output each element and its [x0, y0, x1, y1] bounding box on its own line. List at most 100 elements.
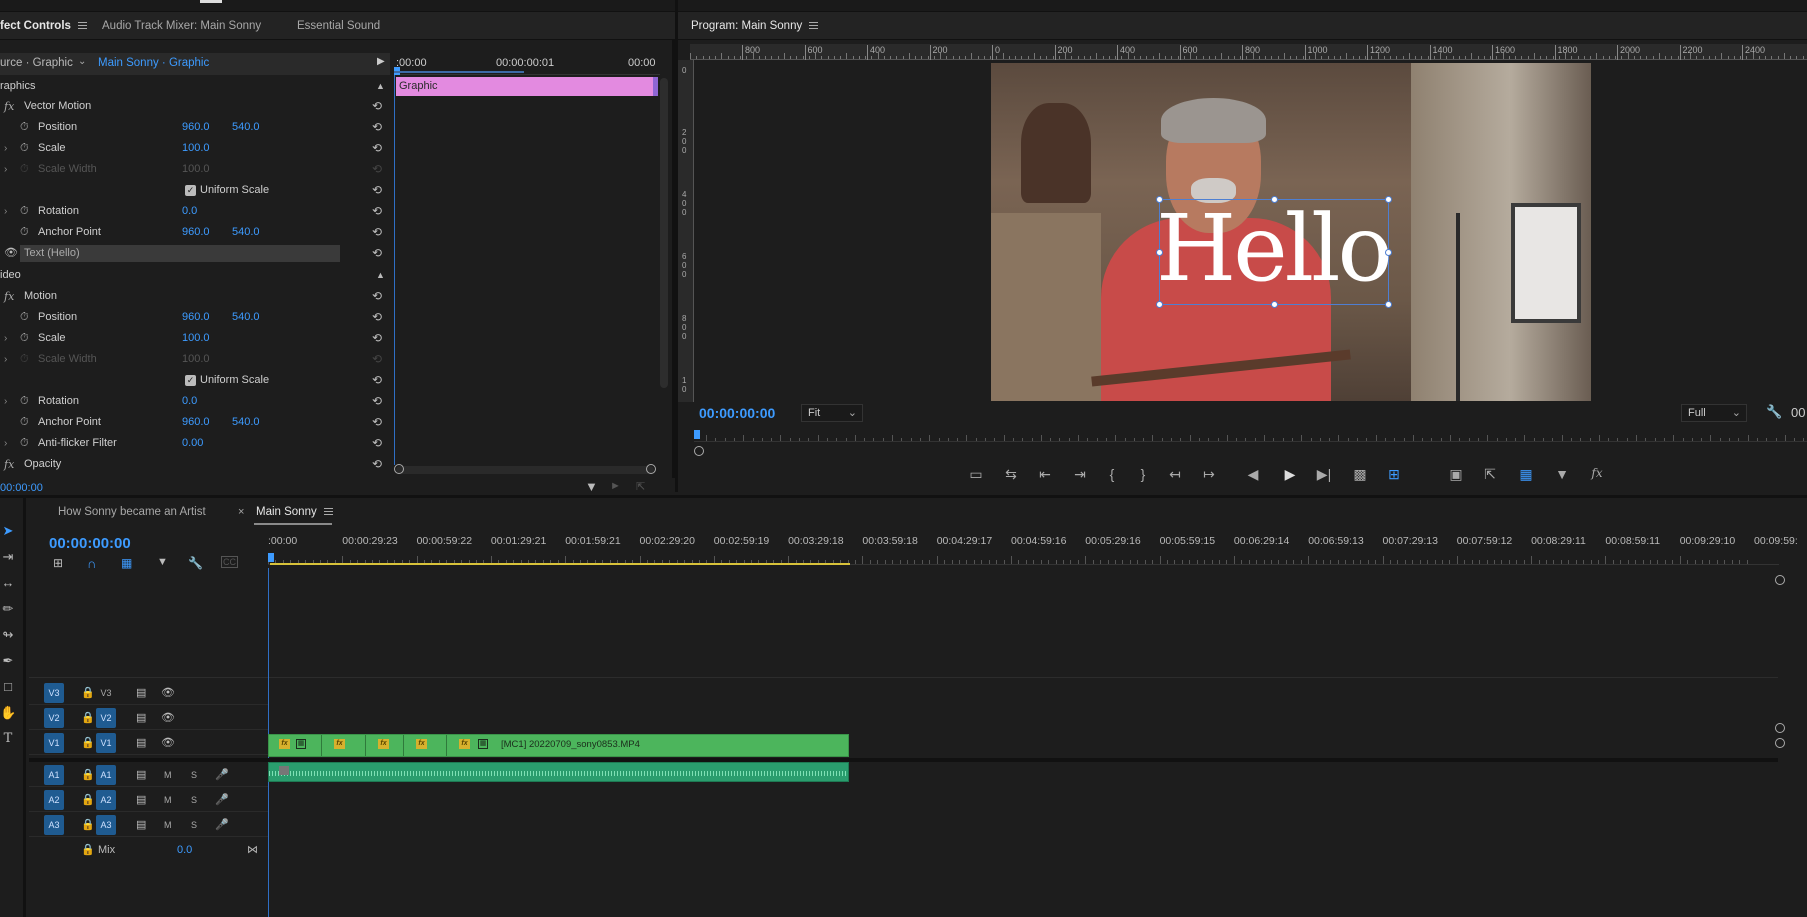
property-row[interactable]: ⏱ Anchor Point 960.0 540.0 ⟲: [0, 222, 395, 243]
type-tool-icon[interactable]: T: [0, 731, 16, 746]
reset-icon[interactable]: ⟲: [372, 370, 382, 391]
reset-icon[interactable]: ⟲: [372, 96, 382, 117]
checkbox[interactable]: ✓: [185, 185, 196, 196]
reset-icon[interactable]: ⟲: [372, 454, 382, 475]
zoom-handle[interactable]: [694, 446, 704, 456]
timeline-settings-wrench-icon[interactable]: 🔧: [188, 556, 203, 570]
insert-nested-icon[interactable]: ⊞: [53, 556, 63, 570]
stopwatch-icon[interactable]: ⏱: [20, 328, 29, 349]
edit-point[interactable]: [403, 735, 404, 756]
play-icon[interactable]: ▶: [1280, 466, 1300, 483]
edit-point[interactable]: [321, 735, 322, 756]
source-patch-toggle[interactable]: V3: [44, 683, 64, 703]
reset-icon[interactable]: ⟲: [372, 328, 382, 349]
timeline-timecode[interactable]: 00:00:00:00: [49, 535, 131, 552]
property-row[interactable]: 👁 Text (Hello) ⟲: [0, 243, 395, 264]
property-row[interactable]: ⏱ Position 960.0 540.0 ⟲: [0, 307, 395, 328]
property-row[interactable]: › ⏱ Rotation 0.0 ⟲: [0, 201, 395, 222]
tab-how-sonny[interactable]: How Sonny became an Artist: [58, 498, 206, 526]
property-row[interactable]: ✓ Uniform Scale ⟲: [0, 180, 395, 201]
stopwatch-icon[interactable]: ⏱: [20, 222, 29, 243]
mark-out-icon[interactable]: ⇥: [1070, 466, 1090, 483]
lock-icon[interactable]: 🔒: [81, 815, 95, 835]
eye-icon[interactable]: 👁: [161, 683, 175, 703]
collapse-arrow-icon[interactable]: ▲: [376, 265, 385, 286]
checkbox[interactable]: ✓: [185, 375, 196, 386]
menu-icon[interactable]: [323, 508, 333, 516]
wrench-icon[interactable]: 🔧: [1766, 404, 1782, 420]
stopwatch-icon[interactable]: ⏱: [20, 433, 29, 454]
source-patch-toggle[interactable]: A1: [44, 765, 64, 785]
sync-lock-icon[interactable]: ▤: [136, 733, 146, 753]
property-row[interactable]: ⏱ Anchor Point 960.0 540.0 ⟲: [0, 412, 395, 433]
marker-icon[interactable]: ▼: [1552, 466, 1572, 482]
audio-track-header[interactable]: A1 🔒 A1 ▤ M S 🎤: [29, 763, 268, 787]
sync-lock-icon[interactable]: ▤: [136, 683, 146, 703]
mark-out-bracket-icon[interactable]: }: [1133, 466, 1153, 482]
track-target-toggle[interactable]: V3: [96, 683, 116, 703]
video-frame[interactable]: Hello: [991, 63, 1591, 401]
lock-icon[interactable]: 🔒: [81, 790, 95, 810]
twirl-arrow-icon[interactable]: ›: [4, 328, 7, 349]
collapse-arrow-icon[interactable]: ▲: [376, 76, 385, 97]
pen-tool-icon[interactable]: ✒: [0, 653, 16, 669]
effect-footer-timecode[interactable]: 00:00:00: [0, 482, 43, 494]
mute-button[interactable]: M: [164, 790, 172, 810]
graphic-clip-bar[interactable]: Graphic: [396, 77, 658, 96]
eye-icon[interactable]: 👁: [161, 708, 175, 728]
sync-lock-icon[interactable]: ▤: [136, 708, 146, 728]
horizontal-scrollbar[interactable]: [394, 464, 656, 474]
button-editor-icon[interactable]: ▦: [1516, 466, 1536, 483]
twirl-arrow-icon[interactable]: ›: [4, 391, 7, 412]
edit-point[interactable]: [446, 735, 447, 756]
timeline-vertical-scrollbar[interactable]: [1775, 568, 1785, 913]
property-value[interactable]: 540.0: [232, 307, 260, 328]
video-track-header[interactable]: V1 🔒 V1 ▤ 👁: [29, 731, 268, 755]
reset-icon[interactable]: ⟲: [372, 117, 382, 138]
property-value[interactable]: 960.0: [182, 117, 210, 138]
transform-handle[interactable]: [1385, 301, 1392, 308]
property-value[interactable]: 540.0: [232, 222, 260, 243]
tab-program-monitor[interactable]: Program: Main Sonny: [691, 12, 819, 40]
fx-icon[interactable]: fx: [4, 454, 14, 475]
linked-selection-icon[interactable]: ▦: [121, 556, 132, 570]
text-overlay-selection[interactable]: Hello: [1156, 195, 1393, 308]
selection-tool-icon[interactable]: ➤: [0, 523, 16, 539]
monitor-scrub-bar[interactable]: [694, 430, 1807, 442]
microphone-icon[interactable]: 🎤: [215, 815, 229, 835]
transform-handle[interactable]: [1156, 196, 1163, 203]
twirl-arrow-icon[interactable]: ›: [4, 138, 7, 159]
reset-icon[interactable]: ⟲: [372, 307, 382, 328]
mix-value[interactable]: 0.0: [177, 840, 192, 860]
track-target-toggle[interactable]: A1: [96, 765, 116, 785]
lock-icon[interactable]: 🔒: [81, 733, 95, 753]
sync-lock-icon[interactable]: ▤: [136, 815, 146, 835]
twirl-arrow-icon[interactable]: ›: [4, 159, 7, 180]
property-value[interactable]: 960.0: [182, 412, 210, 433]
microphone-icon[interactable]: 🎤: [215, 765, 229, 785]
tab-essential-sound[interactable]: Essential Sound: [297, 12, 380, 40]
rectangle-tool-icon[interactable]: □: [0, 679, 16, 694]
snap-magnet-icon[interactable]: ∩: [87, 556, 96, 571]
source-patch-toggle[interactable]: V1: [44, 733, 64, 753]
slip-tool-icon[interactable]: ↬: [0, 627, 16, 643]
solo-button[interactable]: S: [191, 790, 197, 810]
stopwatch-icon[interactable]: ⏱: [20, 412, 29, 433]
lock-icon[interactable]: 🔒: [81, 683, 95, 703]
ripple-edit-tool-icon[interactable]: ↔: [0, 575, 16, 590]
go-to-in-icon[interactable]: ↤: [1165, 466, 1185, 483]
property-value[interactable]: 100.0: [182, 328, 210, 349]
timeline-ruler[interactable]: :00:00 00:00:29:23 00:00:59:22 00:01:29:21 0…: [268, 533, 1798, 565]
property-row[interactable]: › ⏱ Scale Width 100.0 ⟲: [0, 349, 395, 370]
transform-handle[interactable]: [1271, 196, 1278, 203]
fx-badge-icon[interactable]: fx: [416, 739, 427, 749]
eye-icon[interactable]: 👁: [4, 243, 18, 264]
sync-lock-icon[interactable]: ▤: [136, 765, 146, 785]
source-patch-toggle[interactable]: A3: [44, 815, 64, 835]
razor-tool-icon[interactable]: ✏: [0, 601, 16, 617]
reset-icon[interactable]: ⟲: [372, 180, 382, 201]
property-value[interactable]: 0.0: [182, 201, 197, 222]
reset-icon[interactable]: ⟲: [372, 243, 382, 264]
bowtie-icon[interactable]: ⋈: [247, 840, 258, 860]
solo-button[interactable]: S: [191, 765, 197, 785]
